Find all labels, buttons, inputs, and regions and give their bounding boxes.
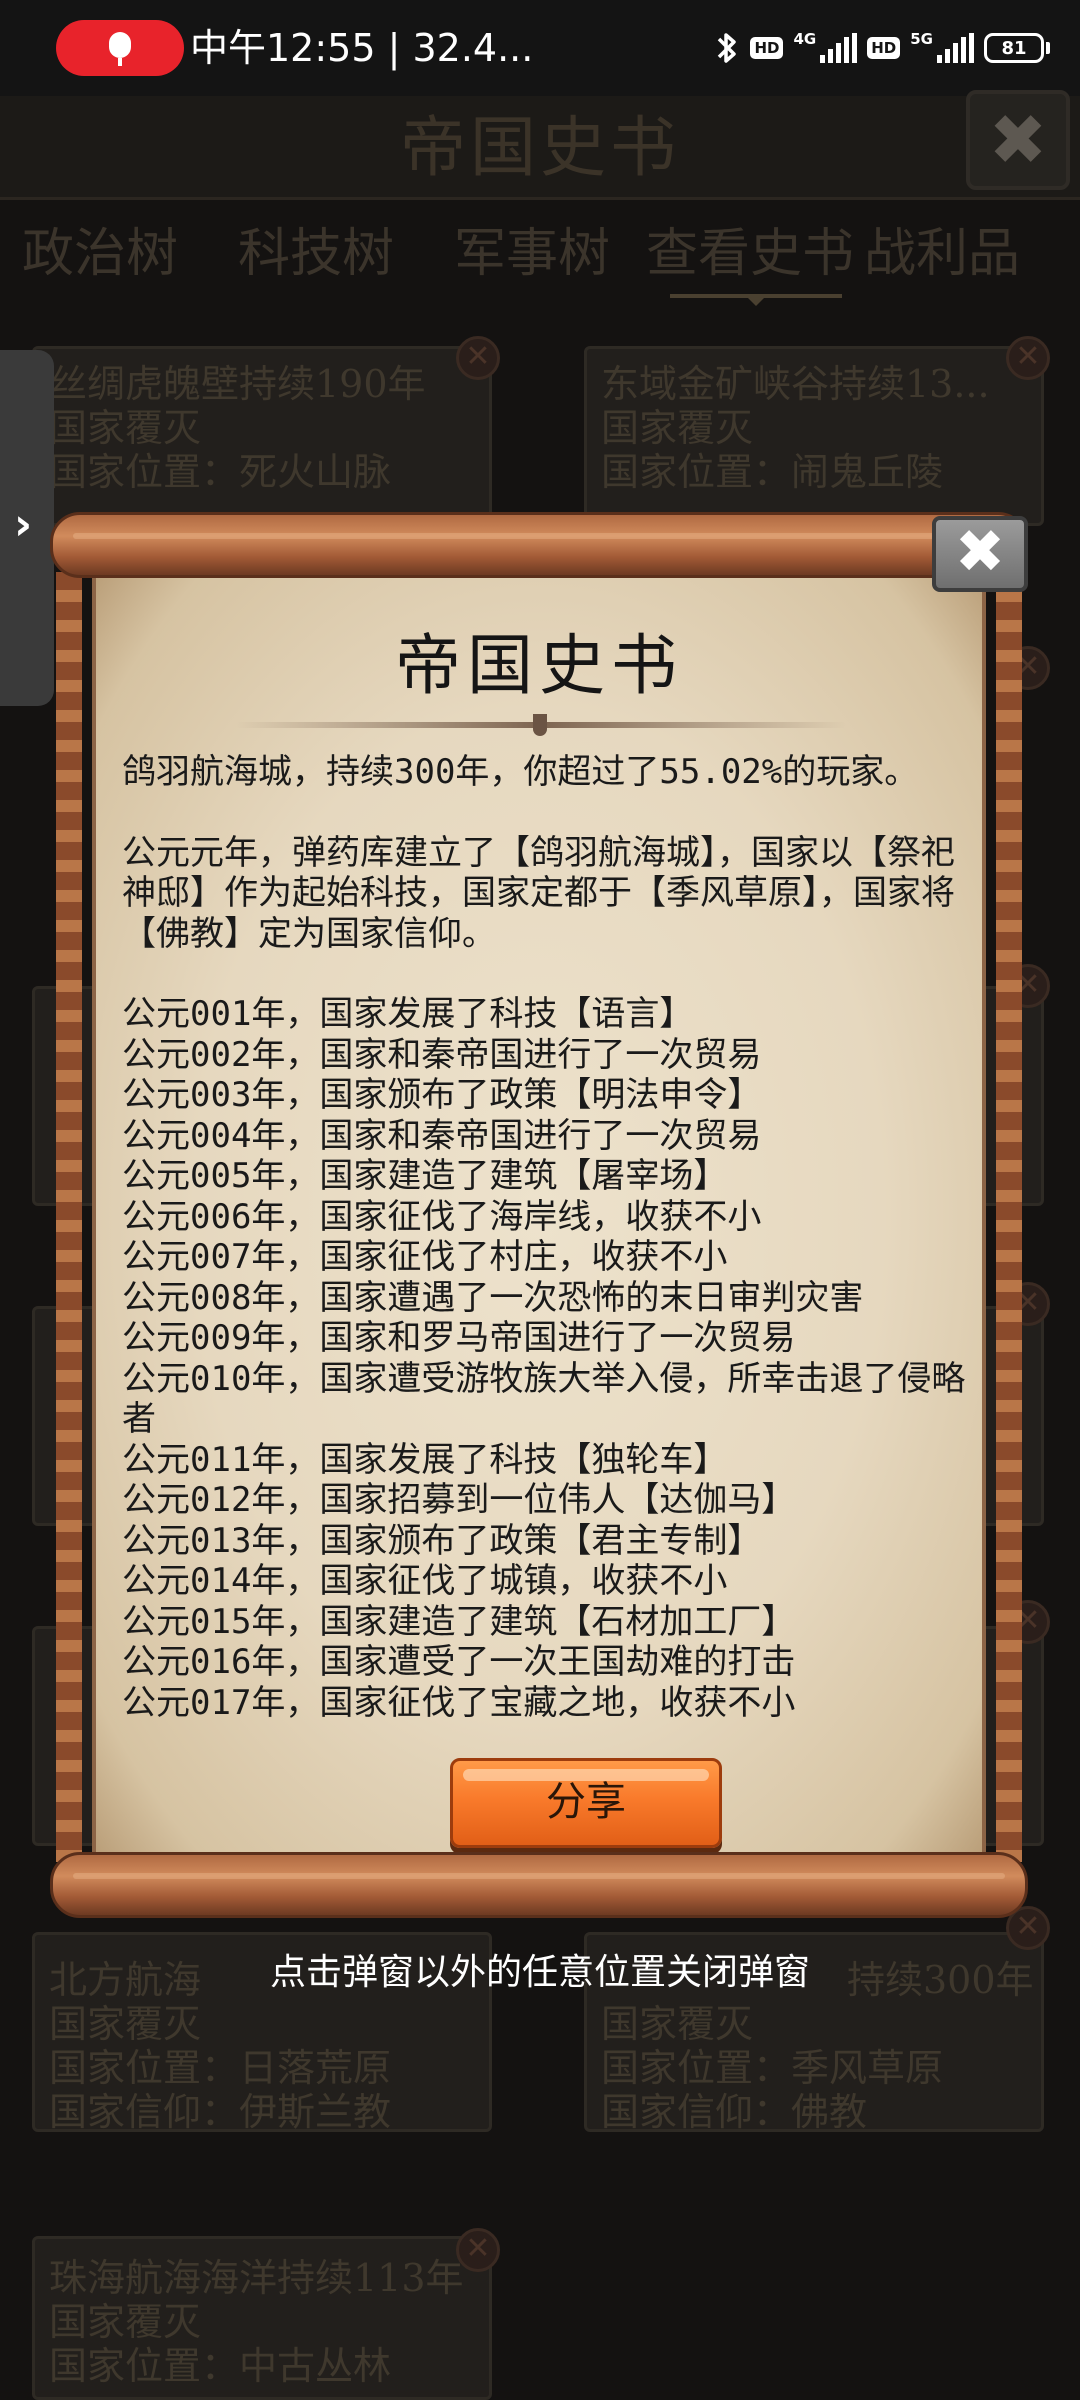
dialog-title: 帝国史书	[395, 627, 683, 704]
history-text-scroll[interactable]: 鸽羽航海城，持续300年，你超过了55.02%的玩家。 公元元年，弹药库建立了【…	[122, 752, 972, 1722]
tab-politics[interactable]: 政治树	[22, 216, 178, 292]
status-time: 中午12:55 | 32.4...	[190, 26, 534, 70]
parchment-panel: 帝国史书 鸽羽航海城，持续300年，你超过了55.02%的玩家。 公元元年，弹药…	[92, 560, 986, 1868]
close-icon[interactable]: ✖	[966, 90, 1070, 190]
microphone-icon	[109, 32, 131, 58]
remove-icon[interactable]: ✕	[456, 2228, 500, 2272]
game-header: 帝国史书 ✖	[0, 90, 1080, 200]
history-event: 公元015年，国家建造了建筑【石材加工厂】	[122, 1601, 796, 1642]
history-card[interactable]: 丝绸虎魄壁持续190年 国家覆灭 国家位置：死火山脉	[32, 346, 492, 526]
battery-icon: 81	[984, 33, 1044, 63]
history-event: 公元008年，国家遭遇了一次恐怖的末日审判灾害	[122, 1277, 864, 1318]
history-summary: 鸽羽航海城，持续300年，你超过了55.02%的玩家。	[122, 752, 919, 792]
history-event: 公元002年，国家和秦帝国进行了一次贸易	[122, 1034, 762, 1075]
remove-icon[interactable]: ✕	[456, 336, 500, 380]
history-event: 公元006年，国家征伐了海岸线，收获不小	[122, 1196, 762, 1237]
hd-voice-icon: HD	[750, 37, 784, 59]
hd-voice-icon-2: HD	[867, 37, 901, 59]
history-event: 公元001年，国家发展了科技【语言】	[122, 994, 694, 1034]
history-event: 公元003年，国家颁布了政策【明法申令】	[122, 1075, 762, 1115]
scroll-top-roll	[50, 512, 1028, 578]
scroll-rope-right	[996, 572, 1022, 1862]
history-event: 公元016年，国家遭受了一次王国劫难的打击	[122, 1642, 796, 1682]
divider-ornament	[533, 714, 547, 736]
tab-bar: 政治树 科技树 军事树 查看史书 战利品	[0, 216, 1080, 306]
history-event: 公元009年，国家和罗马帝国进行了一次贸易	[122, 1318, 796, 1358]
network-type-label-2: 5G	[910, 30, 933, 48]
tab-spoils[interactable]: 战利品	[864, 216, 1020, 292]
history-event: 公元012年，国家招募到一位伟人【达伽马】	[122, 1480, 796, 1520]
history-card[interactable]: 东域金矿峡谷持续13... 国家覆灭 国家位置：闹鬼丘陵	[584, 346, 1044, 526]
chevron-right-icon: ›	[14, 499, 33, 550]
status-bar: 中午12:55 | 32.4... HD 4G HD 5G 81	[0, 0, 1080, 96]
recording-indicator[interactable]	[56, 20, 184, 76]
scroll-rope-left	[56, 572, 82, 1862]
history-event: 公元005年，国家建造了建筑【屠宰场】	[122, 1156, 728, 1196]
tab-technology[interactable]: 科技树	[238, 216, 394, 292]
side-drawer-handle[interactable]: ›	[0, 350, 54, 706]
history-event: 公元004年，国家和秦帝国进行了一次贸易	[122, 1115, 762, 1156]
history-event: 公元013年，国家颁布了政策【君主专制】	[122, 1520, 762, 1561]
active-tab-marker	[746, 296, 766, 306]
signal-strength-icon	[820, 33, 858, 63]
close-icon[interactable]: ✖	[932, 516, 1028, 592]
bluetooth-icon	[718, 33, 737, 63]
tab-military[interactable]: 军事树	[454, 216, 610, 292]
dismiss-hint: 点击弹窗以外的任意位置关闭弹窗	[269, 1952, 810, 1993]
history-event: 公元017年，国家征伐了宝藏之地，收获不小	[122, 1682, 796, 1723]
scroll-bottom-roll	[50, 1852, 1028, 1918]
history-event: 公元010年，国家遭受游牧族大举入侵，所幸击退了侵略者	[122, 1358, 966, 1440]
share-button-label: 分享	[546, 1779, 626, 1825]
history-event: 公元007年，国家征伐了村庄，收获不小	[122, 1237, 728, 1277]
signal-strength-icon-2	[937, 33, 974, 63]
battery-level: 81	[1001, 37, 1027, 59]
status-icons: HD 4G HD 5G 81	[714, 24, 1050, 72]
page-title: 帝国史书	[400, 109, 680, 186]
history-book-dialog: 帝国史书 鸽羽航海城，持续300年，你超过了55.02%的玩家。 公元元年，弹药…	[50, 512, 1028, 1932]
remove-icon[interactable]: ✕	[1006, 336, 1050, 380]
history-event: 公元011年，国家发展了科技【独轮车】	[122, 1439, 728, 1480]
history-card[interactable]: 珠海航海海洋持续113年 国家覆灭 国家位置：中古丛林	[32, 2236, 492, 2400]
tab-history-book[interactable]: 查看史书	[646, 216, 854, 292]
share-button[interactable]: 分享	[450, 1758, 722, 1848]
network-type-label: 4G	[793, 30, 817, 48]
history-intro: 公元元年，弹药库建立了【鸽羽航海城】，国家以【祭祀神邸】作为起始科技，国家定都于…	[122, 832, 955, 954]
history-event: 公元014年，国家征伐了城镇，收获不小	[122, 1561, 728, 1601]
